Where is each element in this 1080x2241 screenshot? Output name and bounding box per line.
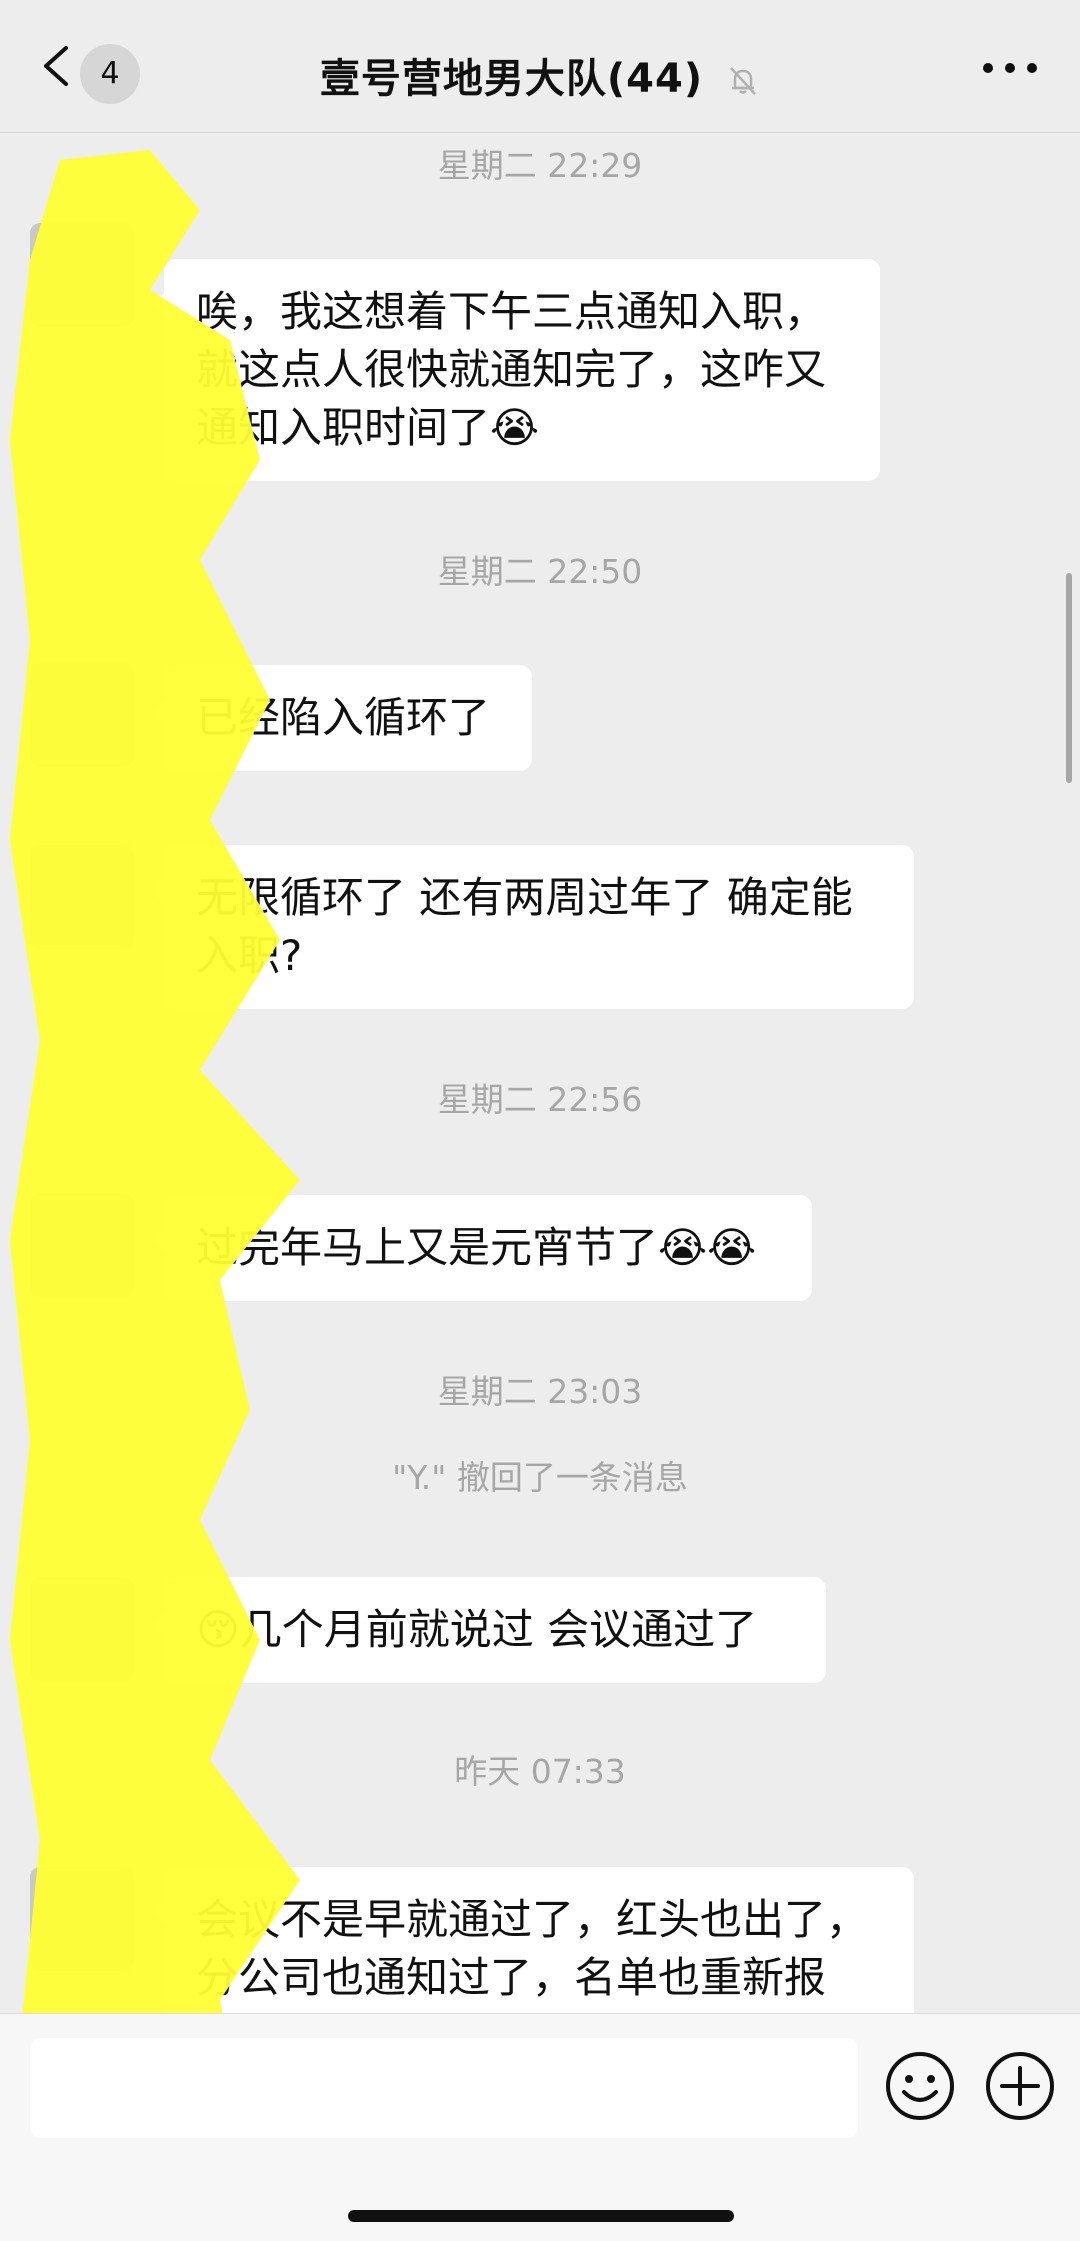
avatar[interactable]: [30, 1867, 134, 1971]
recall-notice: "Y." 撤回了一条消息: [392, 1458, 688, 1497]
avatar[interactable]: [30, 845, 134, 949]
timestamp: 昨天 07:33: [454, 1752, 626, 1791]
avatar[interactable]: [30, 223, 134, 327]
more-dots-icon[interactable]: [980, 60, 1040, 76]
timestamp: 星期二 22:56: [437, 1080, 643, 1119]
message-bubble[interactable]: 会议不是早就通过了，红头也出了，分公司也通知过了，名单也重新报: [152, 1867, 914, 2013]
message-bubble[interactable]: 😚几个月前就说过 会议通过了: [152, 1577, 826, 1683]
message-list[interactable]: 星期二 22:29 唉，我这想着下午三点通知入职，就这点人很快就通知完了，这咋又…: [0, 133, 1080, 2013]
message-input[interactable]: [30, 2038, 858, 2138]
message-bubble[interactable]: 无限循环了 还有两周过年了 确定能入职?: [152, 845, 914, 1009]
chat-title: 壹号营地男大队(44): [319, 56, 704, 102]
avatar[interactable]: [30, 1577, 134, 1681]
emoji-icon[interactable]: [884, 2050, 956, 2122]
timestamp: 星期二 22:50: [437, 552, 643, 591]
plus-circle-icon[interactable]: [984, 2050, 1056, 2122]
home-indicator[interactable]: [348, 2210, 734, 2222]
avatar[interactable]: [30, 1193, 134, 1297]
timestamp: 星期二 23:03: [437, 1372, 643, 1411]
avatar[interactable]: [30, 663, 134, 767]
scrollbar[interactable]: [1066, 573, 1072, 783]
chat-header: 4 壹号营地男大队(44): [0, 0, 1080, 133]
message-bubble[interactable]: 唉，我这想着下午三点通知入职，就这点人很快就通知完了，这咋又通知入职时间了😭: [152, 259, 880, 481]
page-title[interactable]: 壹号营地男大队(44): [0, 46, 1080, 104]
bell-muted-icon: [730, 67, 756, 95]
input-bar: [0, 2013, 1080, 2241]
timestamp: 星期二 22:29: [437, 146, 643, 185]
message-bubble[interactable]: 已经陷入循环了: [152, 665, 532, 771]
message-bubble[interactable]: 过完年马上又是元宵节了😭😭: [152, 1195, 812, 1301]
